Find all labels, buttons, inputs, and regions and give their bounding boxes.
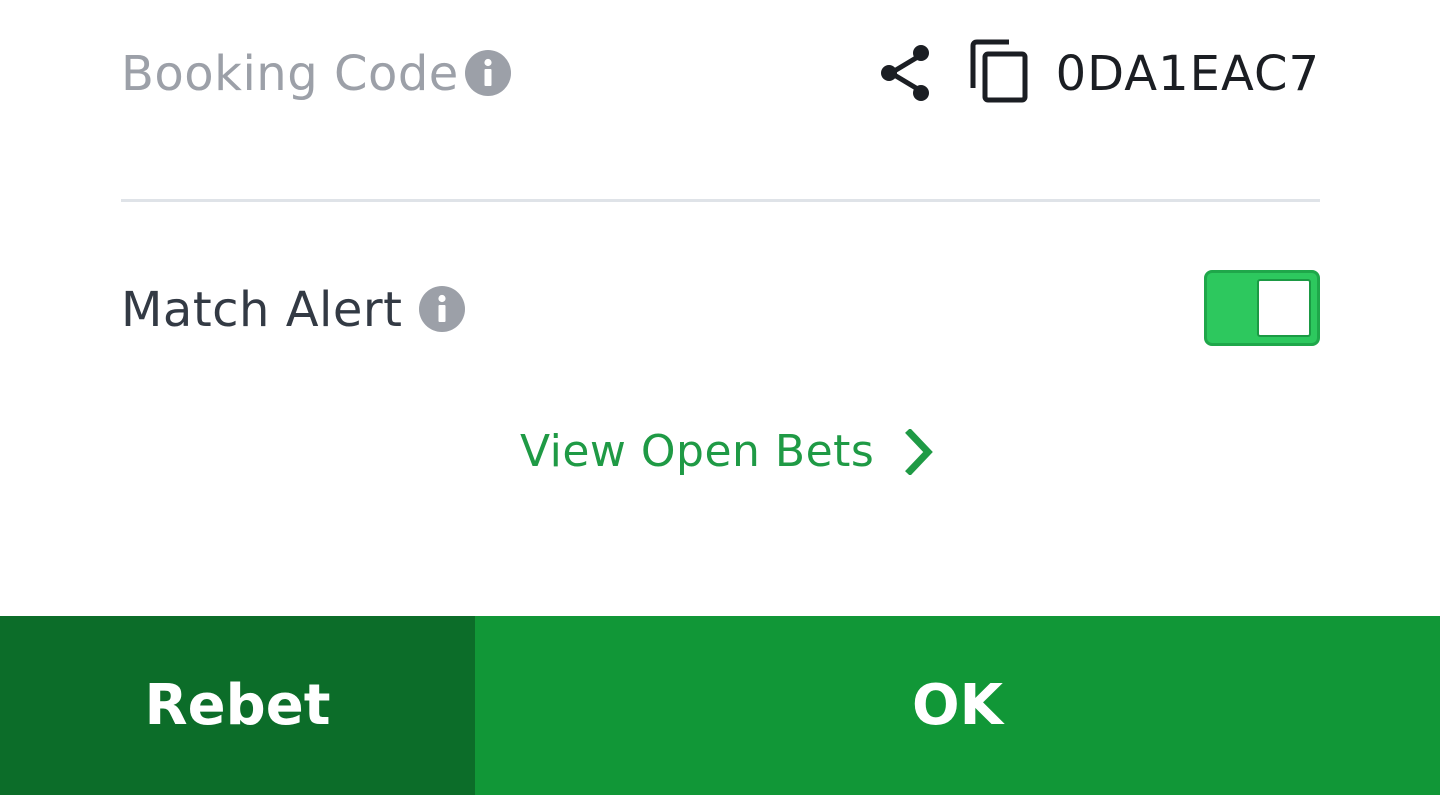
match-alert-toggle[interactable] [1204,270,1320,346]
footer-actions: Rebet OK [0,616,1440,795]
match-alert-row: Match Alert [121,270,1320,350]
copy-icon[interactable] [969,38,1031,104]
rebet-button[interactable]: Rebet [0,616,475,795]
chevron-right-icon [905,429,934,475]
bet-confirmation-panel: Booking Code 0DA1EAC7 Match Alert View O… [0,0,1440,795]
booking-code-label: Booking Code [121,46,459,102]
info-icon[interactable] [419,286,465,332]
match-alert-label: Match Alert [121,282,403,338]
booking-code-row: Booking Code 0DA1EAC7 [121,36,1320,112]
booking-code-value: 0DA1EAC7 [1055,46,1320,102]
ok-button[interactable]: OK [475,616,1440,795]
info-icon[interactable] [465,50,511,96]
share-icon[interactable] [877,42,935,104]
view-open-bets-label: View Open Bets [520,426,875,477]
toggle-knob [1257,279,1311,337]
view-open-bets-link[interactable]: View Open Bets [520,420,934,484]
divider [121,199,1320,202]
